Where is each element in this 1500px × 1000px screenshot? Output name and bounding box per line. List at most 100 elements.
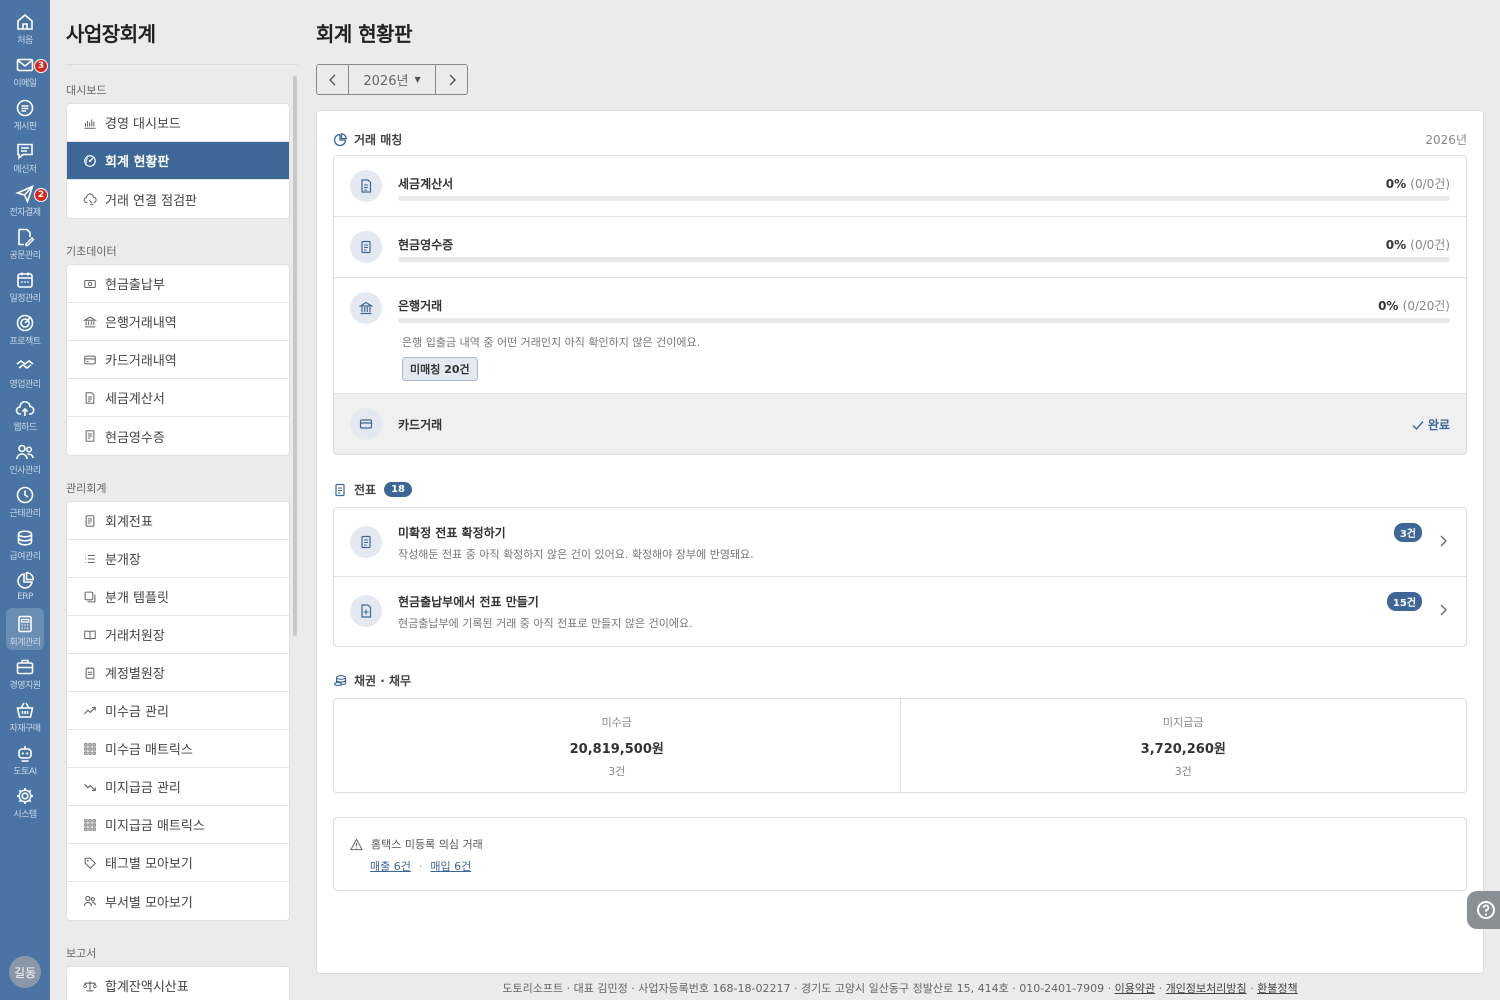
sidebar-item[interactable]: 카드거래내역 [67,341,289,379]
sidebar-item[interactable]: 분개장 [67,540,289,578]
hometax-header: 홈택스 미등록 의심 거래 [350,836,483,852]
rail-item[interactable]: 급여관리 [0,522,50,564]
calendar-icon [17,272,33,288]
cloud-upload-icon [15,400,35,416]
sidebar-item-label: 현금영수증 [105,430,165,446]
voucher-row-title: 미확정 전표 확정하기 [398,526,506,540]
matching-row-bank[interactable]: 은행거래 0% (0/20건) 은행 입출금 내역 중 어떤 거래인지 아직 확… [334,278,1466,394]
sidebar-item-label: 미지급금 매트릭스 [105,819,205,834]
payable-cell[interactable]: 미지급금 3,720,260원 3건 [899,699,1467,792]
voucher-row-create[interactable]: 현금출납부에서 전표 만들기 현금출납부에 기록된 거래 중 아직 전표로 만들… [334,577,1466,646]
rail-item[interactable]: ERP [0,565,50,607]
sidebar-section-label: 대시보드 [66,84,107,97]
rail-item[interactable]: 경영지원 [0,651,50,693]
rail-item-label: 인사관리 [9,466,41,476]
gear-icon [17,788,33,804]
rail-item[interactable]: 근태관리 [0,479,50,521]
rail-item-label: 일정관리 [9,294,41,304]
sidebar-item[interactable]: 부서별 모아보기 [67,882,289,920]
dashboard-panel: 거래 매칭 2026년 세금계산서 0% (0/0건) 현금영수증 0% (0/… [316,110,1484,974]
rail-item[interactable]: 인사관리 [0,436,50,478]
coins-icon [333,674,347,686]
privacy-link[interactable]: 개인정보처리방침 [1166,982,1247,995]
matching-row-cash-receipt[interactable]: 현금영수증 0% (0/0건) [334,217,1466,278]
receivables-title: 채권 · 채무 [354,674,412,688]
sidebar-section-label: 기초데이터 [66,245,117,258]
hometax-sales-link[interactable]: 매출 6건 [370,860,411,873]
sidebar-item[interactable]: 미지급금 관리 [67,768,289,806]
sidebar-item-label: 분개장 [105,553,141,568]
rail-item[interactable]: 영업관리 [0,350,50,392]
sidebar-item[interactable]: 현금영수증 [67,417,289,455]
rail-item-label: 근태관리 [9,509,41,519]
sidebar-item-label: 계정별원장 [105,667,165,682]
help-button[interactable] [1467,891,1500,929]
receivable-cell[interactable]: 미수금 20,819,500원 3건 [334,699,900,792]
rail-item[interactable]: 게시판 [0,92,50,134]
receivable-label: 미수금 [601,716,632,729]
rail-item[interactable]: 전자결제 2 [0,178,50,220]
gauge-icon [84,154,96,167]
sidebar-item[interactable]: 계정별원장 [67,654,289,692]
unmatched-badge[interactable]: 미매칭 20건 [402,357,478,381]
avatar[interactable]: 길동 [9,956,41,988]
matching-row-invoice[interactable]: 세금계산서 0% (0/0건) [334,156,1466,217]
year-select[interactable]: 2026년 ▼ [348,65,436,94]
coins-icon [17,530,33,546]
rail-item-label: 처음 [17,36,33,46]
rail-item[interactable]: 프로젝트 [0,307,50,349]
hometax-title: 홈택스 미등록 의심 거래 [371,838,483,851]
separator-dot: · [418,860,423,873]
sidebar-item-label: 미수금 매트릭스 [105,743,193,758]
sidebar-item[interactable]: 세금계산서 [67,379,289,417]
document-edit-icon [18,228,35,247]
refund-link[interactable]: 환불정책 [1257,982,1297,995]
voucher-title: 전표 [354,483,377,497]
chevron-right-icon [449,74,456,85]
voucher-row-confirm[interactable]: 미확정 전표 확정하기 작성해둔 전표 중 아직 확정하지 않은 건이 있어요.… [334,508,1466,577]
invoice-icon [350,170,382,202]
sidebar-section-label: 보고서 [66,947,97,960]
sidebar-item[interactable]: 미수금 관리 [67,692,289,730]
rail-item[interactable]: 공문관리 [0,221,50,263]
chevron-right-icon [1440,604,1447,616]
matching-progress-bar [398,196,1450,201]
hometax-purchase-link[interactable]: 매입 6건 [430,860,471,873]
complete-status: 완료 [1411,416,1450,433]
sidebar-item[interactable]: 은행거래내역 [67,303,289,341]
sidebar-scrollbar[interactable] [293,76,297,636]
sidebar-item-label: 현금출납부 [105,278,165,293]
rail-item[interactable]: 메신저 [0,135,50,177]
next-year-button[interactable] [436,65,467,94]
sidebar-item[interactable]: 거래 연결 점검판 [67,180,289,218]
rail-item[interactable]: 도토AI [0,737,50,779]
sidebar-item[interactable]: 경영 대시보드 [67,104,289,142]
matching-row-card[interactable]: 카드거래 완료 [334,394,1466,454]
terms-link[interactable]: 이용약관 [1115,982,1155,995]
rail-item[interactable]: 회계관리 [0,608,50,650]
sidebar-item[interactable]: 분개 템플릿 [67,578,289,616]
sidebar-item[interactable]: 미수금 매트릭스 [67,730,289,768]
sidebar-item[interactable]: 합계잔액시산표 [67,967,289,1000]
prev-year-button[interactable] [317,65,348,94]
bank-icon [83,315,97,327]
rail-item[interactable]: 웹하드 [0,393,50,435]
rail-item[interactable]: 시스템 [0,780,50,822]
sidebar-item[interactable]: 태그별 모아보기 [67,844,289,882]
rail-item[interactable]: 자재구매 [0,694,50,736]
sidebar-item[interactable]: 현금출납부 [67,265,289,303]
sidebar-group: 경영 대시보드 회계 현황판 거래 연결 점검판 [66,103,290,219]
pie-chart-icon [17,572,34,589]
receivables-section-title: 채권 · 채무 [333,672,411,689]
rail-item-label: 이메일 [13,79,37,89]
sidebar-item[interactable]: 미지급금 매트릭스 [67,806,289,844]
sidebar-item-label: 세금계산서 [105,392,165,407]
sidebar-item[interactable]: 회계전표 [67,502,289,540]
sidebar-item[interactable]: 거래처원장 [67,616,289,654]
sidebar-item[interactable]: 회계 현황판 [67,142,289,180]
card-icon [350,408,382,440]
matching-title: 거래 매칭 [354,133,403,147]
rail-item[interactable]: 처음 [0,6,50,48]
rail-item[interactable]: 이메일 3 [0,49,50,91]
rail-item[interactable]: 일정관리 [0,264,50,306]
